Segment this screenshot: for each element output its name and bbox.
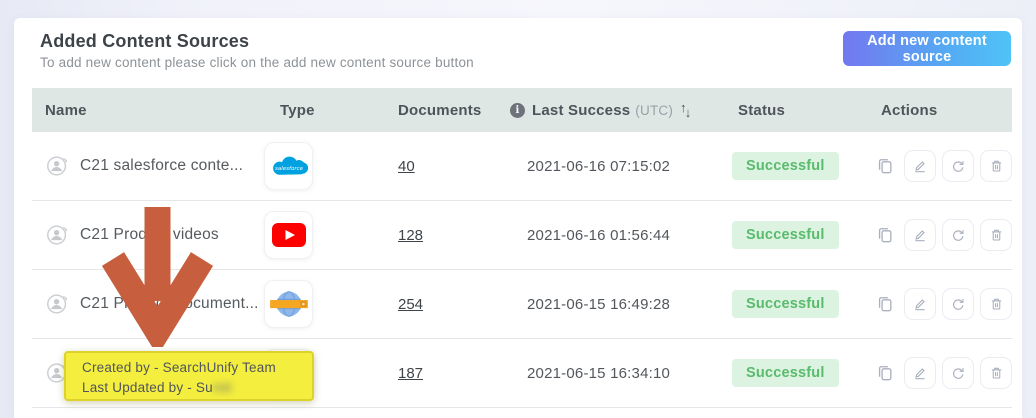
sort-icon[interactable]: ↑↓	[680, 104, 691, 117]
edit-icon	[912, 227, 928, 243]
delete-button[interactable]	[980, 288, 1012, 320]
page-title: Added Content Sources	[40, 31, 249, 52]
clone-button[interactable]	[872, 222, 898, 248]
source-avatar-icon	[45, 153, 71, 179]
column-header-utc-label: (UTC)	[635, 103, 673, 118]
source-name: C21 salesforce conte...	[80, 157, 243, 175]
status-badge: Successful	[732, 290, 839, 318]
clone-button[interactable]	[872, 291, 898, 317]
source-name: C21 Product Document...	[80, 295, 259, 313]
refresh-icon	[950, 227, 966, 243]
documents-count-link[interactable]: 254	[398, 296, 423, 313]
tooltip-blurred-name: mit	[213, 380, 232, 395]
delete-button[interactable]	[980, 219, 1012, 251]
status-badge: Successful	[732, 359, 839, 387]
salesforce-icon: salesforce	[268, 151, 310, 181]
table-row: C21 salesforce conte... salesforce 40 20…	[32, 132, 1012, 201]
trash-icon	[989, 158, 1004, 174]
copy-icon	[875, 363, 895, 383]
last-success-timestamp: 2021-06-16 07:15:02	[497, 158, 725, 175]
table-row: C21 Product videos 128 2021-06-16 01:56:…	[32, 201, 1012, 270]
copy-icon	[875, 156, 895, 176]
edit-icon	[912, 296, 928, 312]
edit-button[interactable]	[904, 150, 936, 182]
add-content-source-button[interactable]: Add new content source	[843, 31, 1011, 66]
documents-count-link[interactable]: 40	[398, 158, 415, 175]
table-row: C21 Product Document... 254 2021-06-15 1…	[32, 270, 1012, 339]
copy-icon	[875, 294, 895, 314]
edit-icon	[912, 365, 928, 381]
source-type-card: salesforce	[264, 142, 313, 190]
refresh-icon	[950, 158, 966, 174]
last-success-timestamp: 2021-06-16 01:56:44	[497, 227, 725, 244]
column-header-name: Name	[32, 102, 267, 119]
delete-button[interactable]	[980, 150, 1012, 182]
last-success-timestamp: 2021-06-15 16:49:28	[497, 296, 725, 313]
web-crawler-icon	[268, 287, 310, 321]
last-success-timestamp: 2021-06-15 16:34:10	[497, 365, 725, 382]
edit-button[interactable]	[904, 357, 936, 389]
column-header-last-success-label: Last Success	[532, 102, 630, 119]
source-type-card	[264, 280, 313, 328]
trash-icon	[989, 227, 1004, 243]
table-header-row: Name Type Documents i Last Success (UTC)…	[32, 88, 1012, 132]
documents-count-link[interactable]: 128	[398, 227, 423, 244]
column-header-last-success: i Last Success (UTC) ↑↓	[497, 102, 725, 119]
tooltip-updated-by: Last Updated by - Sumit	[82, 378, 312, 398]
status-badge: Successful	[732, 221, 839, 249]
youtube-icon	[272, 223, 306, 247]
status-badge: Successful	[732, 152, 839, 180]
refresh-button[interactable]	[942, 357, 974, 389]
clone-button[interactable]	[872, 153, 898, 179]
created-by-tooltip: Created by - SearchUnify Team Last Updat…	[64, 351, 314, 401]
tooltip-created-by: Created by - SearchUnify Team	[82, 358, 312, 378]
column-header-documents: Documents	[385, 102, 497, 119]
edit-button[interactable]	[904, 288, 936, 320]
source-avatar-icon	[45, 222, 71, 248]
documents-count-link[interactable]: 187	[398, 365, 423, 382]
source-name: C21 Product videos	[80, 226, 219, 244]
refresh-icon	[950, 365, 966, 381]
copy-icon	[875, 225, 895, 245]
delete-button[interactable]	[980, 357, 1012, 389]
edit-icon	[912, 158, 928, 174]
column-header-actions: Actions	[868, 102, 1012, 119]
source-avatar-icon	[45, 291, 71, 317]
svg-text:salesforce: salesforce	[275, 166, 304, 172]
refresh-button[interactable]	[942, 150, 974, 182]
page-subtitle: To add new content please click on the a…	[40, 55, 474, 70]
trash-icon	[989, 296, 1004, 312]
refresh-button[interactable]	[942, 219, 974, 251]
trash-icon	[989, 365, 1004, 381]
refresh-icon	[950, 296, 966, 312]
refresh-button[interactable]	[942, 288, 974, 320]
edit-button[interactable]	[904, 219, 936, 251]
column-header-status: Status	[725, 102, 868, 119]
column-header-type: Type	[267, 102, 385, 119]
clone-button[interactable]	[872, 360, 898, 386]
source-type-card	[264, 211, 313, 259]
info-icon[interactable]: i	[510, 103, 525, 118]
